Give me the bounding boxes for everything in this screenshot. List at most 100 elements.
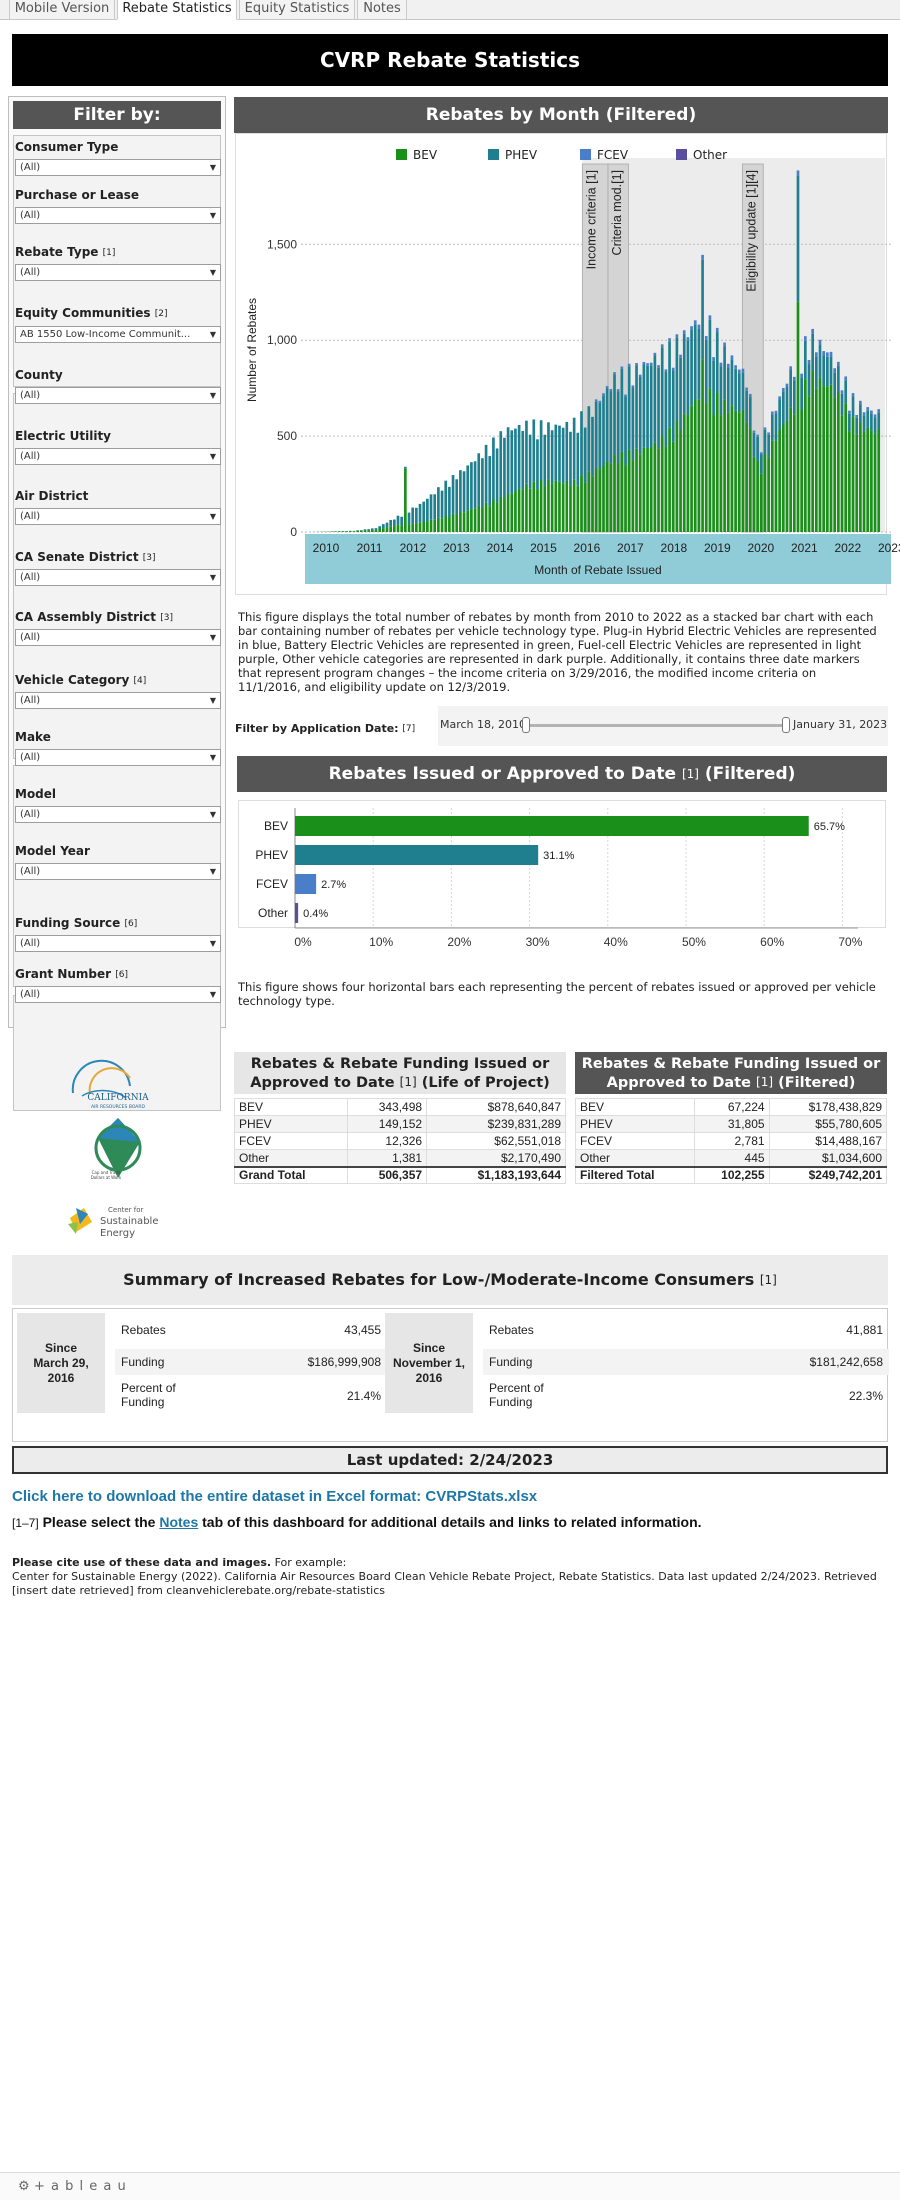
- life-table-title-2-wrap: Approved to Date [1] (Life of Project): [234, 1073, 566, 1092]
- since-november-text: Since November 1, 2016: [392, 1340, 466, 1385]
- filtered-table-footnote: [1]: [756, 1075, 774, 1089]
- filtered-table-title-1: Rebates & Rebate Funding Issued or: [581, 1056, 881, 1072]
- summary-right-percent: Percent of Funding 22.3%: [489, 1381, 883, 1409]
- california-climate-investments-logo: Cap and Trade Dollars at Work: [91, 1118, 142, 1180]
- table-cell-funding: $239,831,289: [426, 1115, 566, 1133]
- bar-value-label: 31.1%: [543, 850, 574, 862]
- issued-chart: 0% 10% 20% 30% 40% 50% 60% 70% BEV 65.7% PHEV 31.1%…: [255, 808, 863, 949]
- table-cell-funding: $878,640,847: [426, 1098, 566, 1116]
- cse-logo-text-2: Sustainable: [100, 1216, 158, 1227]
- carb-logo-text-2: AIR RESOURCES BOARD: [91, 1104, 145, 1110]
- x-tick-label: 20%: [447, 935, 471, 949]
- table-cell-type: FCEV: [575, 1132, 695, 1150]
- table-row: Grand Total 506,357 $1,183,193,644: [233, 1165, 566, 1184]
- bar-value-label: 65.7%: [814, 821, 845, 833]
- summary-left-percent: Percent of Funding 21.4%: [121, 1381, 381, 1409]
- summary-right-rebates: Rebates 41,881: [489, 1323, 883, 1337]
- life-table-title-2: Approved to Date: [250, 1075, 395, 1091]
- table-cell-funding: $249,742,201: [768, 1165, 888, 1184]
- table-cell-type: Filtered Total: [575, 1165, 695, 1184]
- filtered-table-title-2: Approved to Date: [606, 1075, 751, 1091]
- table-row: FCEV 2,781 $14,488,167: [575, 1132, 888, 1150]
- life-table-title-1: Rebates & Rebate Funding Issued or: [250, 1056, 550, 1072]
- table-cell-rebates: 31,805: [693, 1115, 770, 1133]
- summary-box: Since March 29, 2016 Rebates 43,455 Funding…: [12, 1308, 889, 1442]
- download-dataset-link[interactable]: Click here to download the entire datase…: [12, 1488, 537, 1505]
- table-cell-rebates: 445: [693, 1149, 770, 1167]
- life-of-project-table: BEV 343,498 $878,640,847 PHEV 149,152 $239,83…: [233, 1098, 566, 1184]
- carb-logo-text-1: CALIFORNIA: [87, 1093, 149, 1103]
- bar-other: [295, 903, 299, 923]
- tableau-footer: ⚙ + a b l e a u: [0, 2172, 900, 2200]
- last-updated: Last updated: 2/24/2023: [12, 1446, 888, 1474]
- table-cell-rebates: 2,781: [693, 1132, 770, 1150]
- table-cell-rebates: 343,498: [347, 1098, 428, 1116]
- table-row: PHEV 149,152 $239,831,289: [233, 1115, 566, 1133]
- table-cell-funding: $178,438,829: [768, 1098, 888, 1116]
- summary-left-funding: Funding $186,999,908: [115, 1349, 387, 1375]
- bar-category-fcev: FCEV: [256, 877, 288, 891]
- tableau-logo-icon[interactable]: ⚙: [18, 2179, 30, 2194]
- table-cell-rebates: 506,357: [347, 1165, 428, 1184]
- bar-bev: [295, 816, 809, 836]
- table-cell-funding: $1,034,600: [768, 1149, 888, 1167]
- table-cell-rebates: 12,326: [347, 1132, 428, 1150]
- x-tick-label: 70%: [838, 935, 862, 949]
- filtered-table: BEV 67,224 $178,438,829 PHEV 31,805 $55,780,6…: [575, 1098, 888, 1184]
- life-table-header: Rebates & Rebate Funding Issued or Appro…: [234, 1052, 566, 1094]
- table-cell-funding: $55,780,605: [768, 1115, 888, 1133]
- table-cell-type: BEV: [575, 1098, 695, 1116]
- table-cell-type: PHEV: [575, 1115, 695, 1133]
- filter-label-grant-number: Grant Number [6]: [15, 967, 128, 981]
- filter-select-grant-number[interactable]: (All) ▼: [15, 986, 221, 1003]
- table-cell-rebates: 1,381: [347, 1149, 428, 1167]
- table-row: Other 1,381 $2,170,490: [233, 1149, 566, 1167]
- since-november-block: Since November 1, 2016: [385, 1313, 473, 1413]
- table-cell-funding: $1,183,193,644: [426, 1165, 566, 1184]
- logos: CALIFORNIA AIR RESOURCES BOARD Cap and T…: [68, 1059, 158, 1239]
- citation: Please cite use of these data and images…: [12, 1556, 888, 1598]
- chevron-down-icon: ▼: [209, 990, 216, 999]
- issued-chart-description: This figure shows four horizontal bars e…: [238, 980, 876, 1008]
- table-cell-type: FCEV: [233, 1132, 349, 1150]
- since-march-text: Since March 29, 2016: [33, 1340, 89, 1385]
- notes-instructions: [1–7] Please select the Notes tab of thi…: [12, 1514, 702, 1530]
- bar-category-other: Other: [258, 906, 288, 920]
- life-table-footnote: [1]: [399, 1075, 417, 1089]
- table-row: BEV 343,498 $878,640,847: [233, 1098, 566, 1116]
- table-cell-funding: $62,551,018: [426, 1132, 566, 1150]
- x-tick-label: 10%: [369, 935, 393, 949]
- tableau-brand[interactable]: + a b l e a u: [34, 2179, 127, 2194]
- cse-logo-text-3: Energy: [100, 1228, 135, 1239]
- table-row: FCEV 12,326 $62,551,018: [233, 1132, 566, 1150]
- table-row: PHEV 31,805 $55,780,605: [575, 1115, 888, 1133]
- filtered-table-title-2-wrap: Approved to Date [1] (Filtered): [575, 1073, 887, 1092]
- table-row: Other 445 $1,034,600: [575, 1149, 888, 1167]
- citation-text: Center for Sustainable Energy (2022). Ca…: [12, 1570, 877, 1597]
- table-cell-type: Other: [575, 1149, 695, 1167]
- notes-text-before: Please select the: [38, 1514, 160, 1530]
- table-cell-type: BEV: [233, 1098, 349, 1116]
- summary-left-rebates: Rebates 43,455: [121, 1323, 381, 1337]
- cse-logo-text-1: Center for: [108, 1206, 144, 1214]
- since-march-block: Since March 29, 2016: [17, 1313, 105, 1413]
- summary-right-funding: Funding $181,242,658: [483, 1349, 889, 1375]
- filtered-table-suffix: (Filtered): [778, 1075, 856, 1091]
- bar-value-label: 2.7%: [321, 879, 346, 891]
- summary-title: Summary of Increased Rebates for Low-/Mo…: [123, 1270, 755, 1289]
- table-cell-rebates: 67,224: [693, 1098, 770, 1116]
- table-cell-type: PHEV: [233, 1115, 349, 1133]
- notes-footnote-range: [1–7]: [12, 1516, 39, 1530]
- table-cell-rebates: 149,152: [347, 1115, 428, 1133]
- life-table-suffix: (Life of Project): [421, 1075, 550, 1091]
- bar-category-phev: PHEV: [255, 848, 288, 862]
- x-tick-label: 50%: [682, 935, 706, 949]
- notes-tab-link[interactable]: Notes: [159, 1514, 198, 1530]
- bar-fcev: [295, 874, 317, 894]
- summary-header: Summary of Increased Rebates for Low-/Mo…: [12, 1255, 888, 1305]
- citation-heading: Please cite use of these data and images…: [12, 1556, 347, 1569]
- bar-value-label: 0.4%: [303, 908, 328, 920]
- table-cell-type: Other: [233, 1149, 349, 1167]
- table-row: BEV 67,224 $178,438,829: [575, 1098, 888, 1116]
- x-tick-label: 40%: [604, 935, 628, 949]
